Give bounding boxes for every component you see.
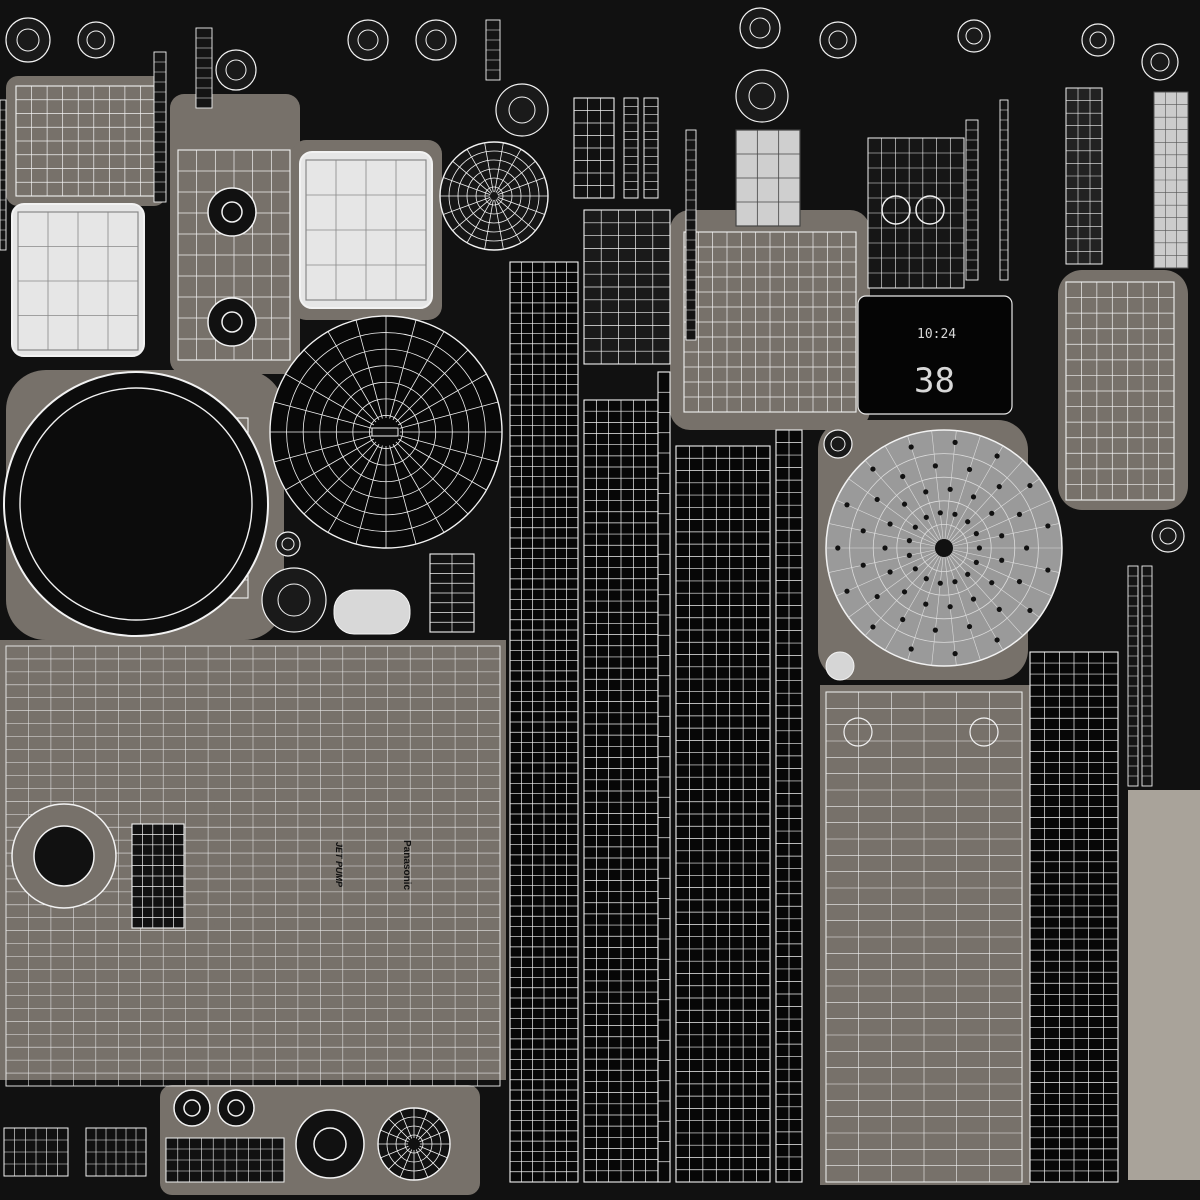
grey-disc-hole — [906, 538, 912, 544]
grey-disc-hole — [900, 616, 906, 623]
display-small-readout: 10:24 — [917, 327, 956, 342]
grey-disc-hole — [908, 444, 914, 450]
grey-disc-hole — [1016, 578, 1023, 585]
small-round-part — [215, 49, 257, 91]
ring-hole — [313, 1127, 347, 1161]
brand-label: Panasonic — [401, 840, 412, 890]
grey-disc-hole — [952, 511, 958, 517]
uv-texture-map: Panasonic JET PUMP 10:24 38 — [0, 0, 1200, 1200]
grey-disc-hole — [860, 562, 866, 568]
grey-disc-hole — [874, 593, 880, 600]
grey-disc-hole — [923, 576, 929, 582]
small-round-part — [415, 19, 457, 61]
ring-hole — [221, 201, 243, 223]
grey-disc-hole — [994, 453, 1000, 459]
grey-disc-hole — [999, 533, 1005, 539]
grey-disc-hole — [947, 604, 953, 610]
grey-disc-hole — [844, 588, 850, 594]
small-round-part — [957, 19, 991, 53]
grey-disc-hole — [870, 466, 876, 472]
grey-disc-hole — [901, 501, 908, 507]
small-round-part — [823, 429, 853, 459]
narrow-strip — [0, 99, 7, 251]
grey-disc-hole — [937, 510, 943, 516]
narrow-strip — [153, 51, 167, 203]
small-round-part — [77, 21, 115, 59]
grey-disc-hole — [999, 557, 1005, 563]
grey-disc-hole — [923, 514, 929, 520]
grey-disc-hole — [912, 524, 918, 530]
grey-disc-hole — [1027, 607, 1033, 614]
grey-disc-hole — [901, 589, 908, 595]
grey-disc-hole — [994, 637, 1000, 643]
grey-disc-hole — [887, 521, 893, 527]
small-round-part — [1151, 519, 1185, 553]
grey-disc-hole — [835, 545, 841, 551]
ring-hole — [221, 311, 243, 333]
grey-disc-hole — [952, 439, 958, 445]
grey-disc-hole — [1024, 545, 1030, 551]
grey-disc-center-hole — [935, 539, 953, 557]
ring-hole — [183, 1099, 201, 1117]
grey-disc-hole — [996, 484, 1002, 490]
small-round-part — [1141, 43, 1179, 81]
grey-disc-hole — [1016, 511, 1023, 518]
grey-disc-hole — [965, 519, 971, 525]
small-round-part — [819, 21, 857, 59]
display-big-readout: 38 — [914, 361, 955, 401]
small-round-part — [735, 69, 789, 123]
grey-disc-hole — [970, 596, 977, 602]
grey-disc-hole — [923, 489, 929, 495]
narrow-strip — [685, 129, 697, 341]
grey-disc-hole — [952, 651, 958, 657]
grey-disc-hole — [887, 569, 893, 575]
small-round-part — [739, 7, 781, 49]
grey-disc-hole — [973, 559, 979, 565]
small-round-part — [347, 19, 389, 61]
small-round-part — [261, 567, 327, 633]
grey-disc-hole — [912, 566, 918, 572]
model-label: JET PUMP — [334, 842, 344, 888]
small-round-part — [495, 83, 549, 137]
grey-disc-hole — [844, 502, 850, 508]
grey-disc-hole — [900, 473, 906, 480]
grey-disc-hole — [1045, 567, 1051, 573]
grey-disc-hole — [906, 552, 912, 558]
small-round-part — [1081, 23, 1115, 57]
grey-disc-hole — [947, 486, 953, 492]
light-knob — [825, 651, 855, 681]
ring-hole — [33, 825, 95, 887]
grey-disc-hole — [996, 606, 1002, 612]
grey-disc-hole — [870, 624, 876, 630]
grey-disc-hole — [966, 466, 973, 473]
grey-disc-hole — [874, 496, 880, 503]
grey-disc-hole — [1045, 523, 1051, 529]
grey-disc-hole — [932, 463, 938, 469]
light-tab-part — [333, 589, 411, 635]
grey-disc-hole — [973, 531, 979, 537]
ring-hole — [227, 1099, 245, 1117]
small-round-part — [5, 17, 51, 63]
island-lower-right-panel — [820, 685, 1030, 1185]
grey-disc-hole — [952, 579, 958, 585]
grey-disc-hole — [923, 601, 929, 607]
grey-disc-hole — [965, 571, 971, 577]
grey-disc-hole — [976, 545, 983, 551]
small-round-part — [275, 531, 301, 557]
grey-disc-hole — [1027, 482, 1033, 489]
grey-disc-hole — [932, 627, 938, 633]
grey-disc-hole — [860, 528, 866, 534]
grey-disc-hole — [882, 545, 888, 551]
cover-slot — [371, 427, 399, 437]
grey-disc-hole — [966, 623, 973, 630]
grey-disc-hole — [989, 510, 995, 516]
island-right-dome — [1058, 270, 1188, 510]
grey-disc-hole — [908, 646, 914, 652]
island-right-strip — [1128, 790, 1200, 1180]
round-cover-outer — [3, 371, 269, 637]
grey-disc-hole — [937, 580, 943, 586]
grey-disc-hole — [970, 494, 977, 500]
grey-disc-hole — [989, 580, 995, 586]
